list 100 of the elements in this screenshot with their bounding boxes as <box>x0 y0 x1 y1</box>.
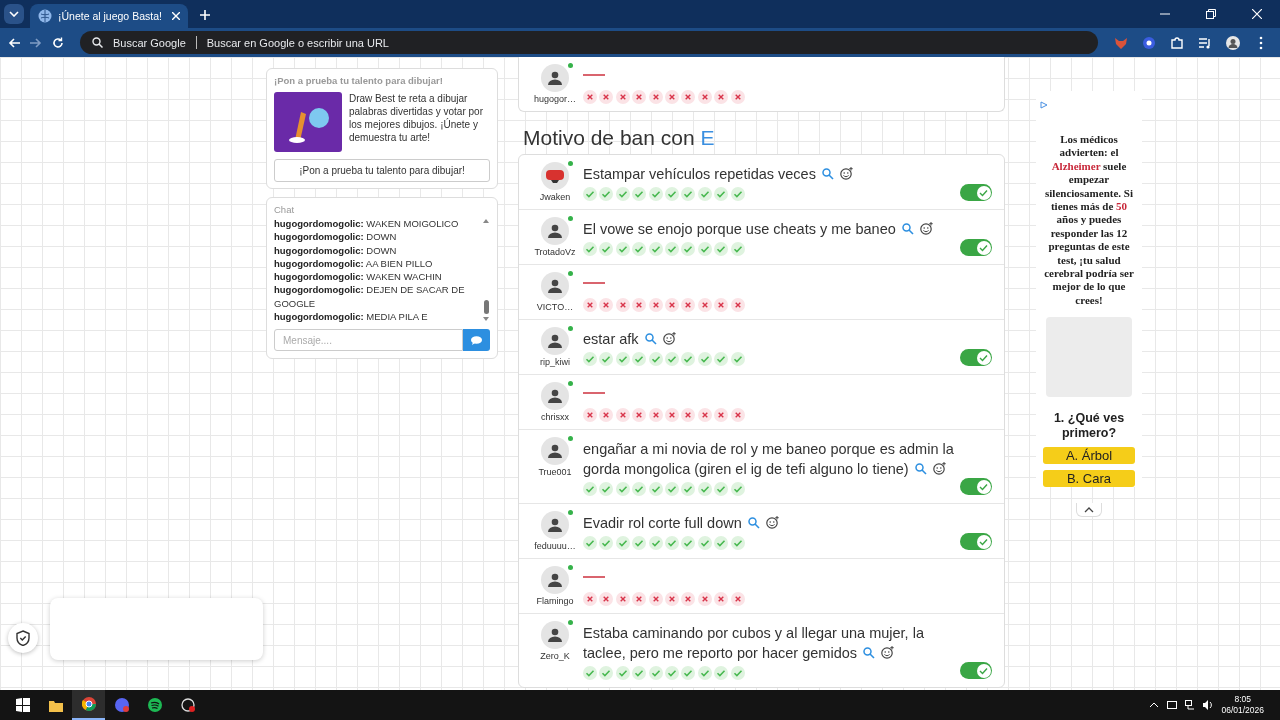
check-icon[interactable] <box>615 482 630 496</box>
cross-icon[interactable] <box>697 407 712 422</box>
check-icon[interactable] <box>599 242 614 256</box>
check-icon[interactable] <box>697 187 712 201</box>
smiley-icon[interactable] <box>932 462 946 475</box>
cross-icon[interactable] <box>681 297 696 312</box>
network-icon[interactable] <box>1185 700 1196 710</box>
tab-list-button[interactable] <box>4 4 24 24</box>
cross-icon[interactable] <box>583 591 597 606</box>
cross-icon[interactable] <box>664 407 679 422</box>
cross-icon[interactable] <box>681 89 696 104</box>
check-icon[interactable] <box>583 482 597 496</box>
check-icon[interactable] <box>730 242 745 256</box>
search-icon[interactable] <box>914 463 927 475</box>
check-icon[interactable] <box>632 536 647 550</box>
cross-icon[interactable] <box>615 591 630 606</box>
smiley-icon[interactable] <box>839 167 853 180</box>
check-icon[interactable] <box>632 187 647 201</box>
check-icon[interactable] <box>730 482 745 496</box>
reload-button[interactable] <box>52 36 64 49</box>
cross-icon[interactable] <box>632 89 647 104</box>
cross-icon[interactable] <box>664 297 679 312</box>
check-icon[interactable] <box>664 187 679 201</box>
cross-icon[interactable] <box>697 89 712 104</box>
check-icon[interactable] <box>648 482 663 496</box>
check-icon[interactable] <box>714 352 729 366</box>
check-icon[interactable] <box>697 482 712 496</box>
ad-choices-icon[interactable] <box>1040 101 1048 109</box>
check-icon[interactable] <box>681 187 696 201</box>
check-icon[interactable] <box>714 666 729 680</box>
check-icon[interactable] <box>730 187 745 201</box>
toggle-switch[interactable] <box>960 478 992 495</box>
cross-icon[interactable] <box>730 591 745 606</box>
cross-icon[interactable] <box>714 407 729 422</box>
cross-icon[interactable] <box>615 407 630 422</box>
check-icon[interactable] <box>664 242 679 256</box>
cross-icon[interactable] <box>730 89 745 104</box>
cross-icon[interactable] <box>632 407 647 422</box>
send-button[interactable] <box>463 329 490 352</box>
cross-icon[interactable] <box>664 591 679 606</box>
check-icon[interactable] <box>664 482 679 496</box>
cross-icon[interactable] <box>632 591 647 606</box>
cross-icon[interactable] <box>730 297 745 312</box>
check-icon[interactable] <box>599 536 614 550</box>
cross-icon[interactable] <box>714 89 729 104</box>
cross-icon[interactable] <box>599 297 614 312</box>
extensions-button[interactable] <box>1170 35 1184 50</box>
cross-icon[interactable] <box>681 407 696 422</box>
smiley-icon[interactable] <box>662 332 676 345</box>
cross-icon[interactable] <box>599 407 614 422</box>
cross-icon[interactable] <box>632 297 647 312</box>
cross-icon[interactable] <box>664 89 679 104</box>
check-icon[interactable] <box>599 666 614 680</box>
check-icon[interactable] <box>615 187 630 201</box>
camera-icon[interactable] <box>1167 700 1178 710</box>
check-icon[interactable] <box>648 352 663 366</box>
media-button[interactable] <box>1198 35 1212 50</box>
toggle-switch[interactable] <box>960 349 992 366</box>
check-icon[interactable] <box>714 536 729 550</box>
profile-button[interactable] <box>1226 35 1240 50</box>
check-icon[interactable] <box>664 666 679 680</box>
check-icon[interactable] <box>714 482 729 496</box>
taskbar-app[interactable] <box>72 690 105 720</box>
check-icon[interactable] <box>583 187 597 201</box>
check-icon[interactable] <box>681 666 696 680</box>
collapse-ad-button[interactable] <box>1076 503 1102 518</box>
search-icon[interactable] <box>863 647 876 659</box>
check-icon[interactable] <box>583 536 597 550</box>
cross-icon[interactable] <box>599 89 614 104</box>
check-icon[interactable] <box>632 666 647 680</box>
cross-icon[interactable] <box>583 407 597 422</box>
check-icon[interactable] <box>697 242 712 256</box>
cross-icon[interactable] <box>648 591 663 606</box>
check-icon[interactable] <box>599 482 614 496</box>
cross-icon[interactable] <box>583 297 597 312</box>
check-icon[interactable] <box>714 187 729 201</box>
search-icon[interactable] <box>644 333 657 345</box>
check-icon[interactable] <box>615 352 630 366</box>
check-icon[interactable] <box>664 352 679 366</box>
check-icon[interactable] <box>599 352 614 366</box>
toggle-switch[interactable] <box>960 533 992 550</box>
check-icon[interactable] <box>615 242 630 256</box>
cross-icon[interactable] <box>697 297 712 312</box>
check-icon[interactable] <box>681 242 696 256</box>
address-bar[interactable]: Buscar Google Buscar en Google o escribir una URL <box>80 31 1098 54</box>
check-icon[interactable] <box>648 666 663 680</box>
privacy-button[interactable] <box>8 623 38 653</box>
speaker-icon[interactable] <box>1203 700 1214 710</box>
cross-icon[interactable] <box>599 591 614 606</box>
check-icon[interactable] <box>583 352 597 366</box>
forward-button[interactable] <box>30 36 42 49</box>
check-icon[interactable] <box>648 242 663 256</box>
cross-icon[interactable] <box>648 407 663 422</box>
check-icon[interactable] <box>615 666 630 680</box>
chevron-up-icon[interactable] <box>1149 700 1160 710</box>
cross-icon[interactable] <box>648 89 663 104</box>
cross-icon[interactable] <box>615 89 630 104</box>
toggle-switch[interactable] <box>960 662 992 679</box>
answer-option-button[interactable]: B. Cara <box>1043 470 1135 488</box>
toggle-switch[interactable] <box>960 184 992 201</box>
